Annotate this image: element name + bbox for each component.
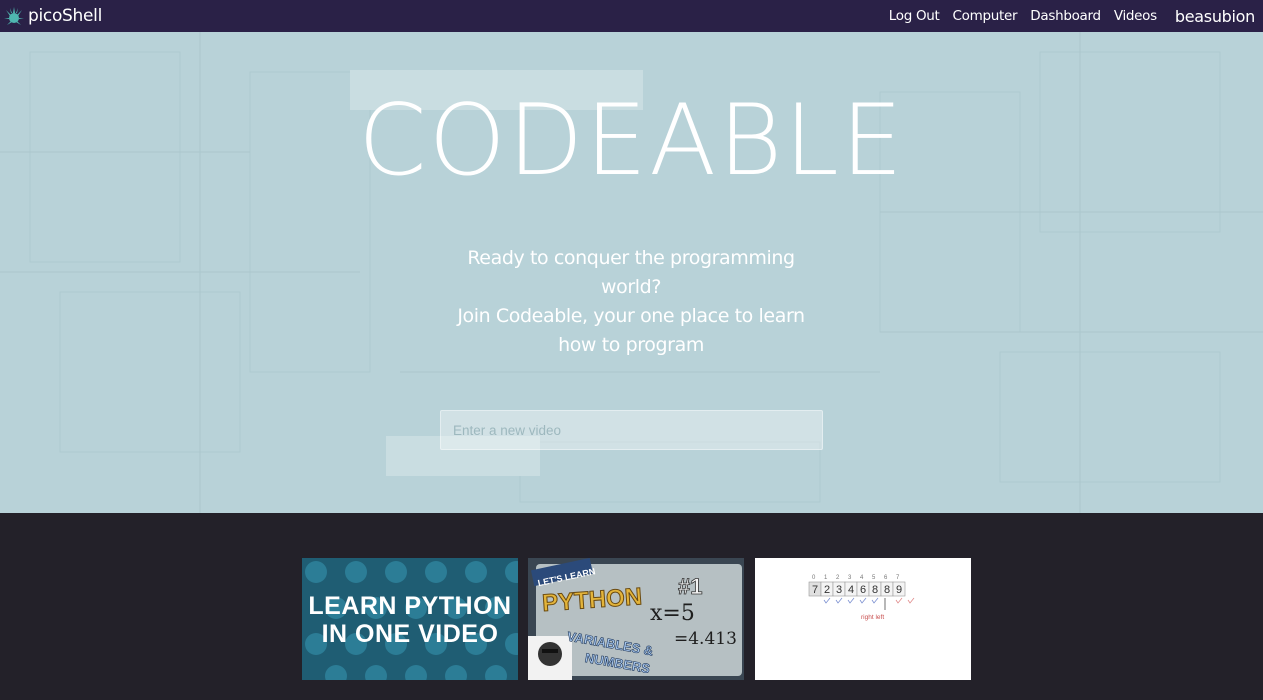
hero-title: CODEABLE xyxy=(358,84,905,198)
array-digit: 8 xyxy=(884,584,890,596)
video-gallery: LEARN PYTHON IN ONE VIDEO LET'S LEARN PY… xyxy=(302,558,972,680)
array-digit: 4 xyxy=(848,584,854,596)
top-navbar: picoShell Log Out Computer Dashboard Vid… xyxy=(0,0,1263,32)
thumbnail-title-line: IN ONE VIDEO xyxy=(321,620,499,648)
array-index: 0 xyxy=(812,575,816,581)
array-digit: 7 xyxy=(812,584,818,596)
video-thumbnail-sorting[interactable]: 0 1 2 3 4 5 6 7 7 2 3 4 6 8 8 9 right le… xyxy=(755,558,971,680)
nav-computer-link[interactable]: Computer xyxy=(953,8,1018,24)
array-index: 5 xyxy=(872,575,876,581)
array-digit: 8 xyxy=(872,584,878,596)
chalkboard-illustration: LET'S LEARN PYTHON #1 x=5 =4.413 VARIABL… xyxy=(528,558,744,680)
nav-username[interactable]: beasubion xyxy=(1175,7,1255,26)
subtitle-line: Ready to conquer the programming xyxy=(467,247,795,269)
nav-logout-link[interactable]: Log Out xyxy=(889,8,940,24)
brand-name: picoShell xyxy=(28,6,103,26)
hero-subtitle: Ready to conquer the programming world? … xyxy=(431,244,831,360)
sorting-array-diagram: 0 1 2 3 4 5 6 7 7 2 3 4 6 8 8 9 right le… xyxy=(808,575,915,621)
brand-link[interactable]: picoShell xyxy=(0,0,102,32)
sorting-caption: right left xyxy=(861,614,884,621)
thumbnail-title-line: LEARN PYTHON xyxy=(308,592,512,620)
nav-videos-link[interactable]: Videos xyxy=(1114,8,1157,24)
thumb-number: #1 xyxy=(678,574,702,599)
nav-dashboard-link[interactable]: Dashboard xyxy=(1030,8,1101,24)
new-video-input[interactable] xyxy=(440,410,823,450)
array-index: 1 xyxy=(824,575,828,581)
array-digit: 9 xyxy=(896,584,902,596)
array-index: 6 xyxy=(884,575,888,581)
subtitle-line: Join Codeable, your one place to learn xyxy=(457,305,805,327)
array-index: 7 xyxy=(896,575,900,581)
hero-section: CODEABLE Ready to conquer the programmin… xyxy=(0,32,1263,513)
array-digit: 6 xyxy=(860,584,866,596)
array-index: 2 xyxy=(836,575,840,581)
array-digit: 3 xyxy=(836,584,842,596)
picoshell-logo-icon xyxy=(4,7,24,25)
array-index: 4 xyxy=(860,575,864,581)
video-thumbnail-lets-learn-python[interactable]: LET'S LEARN PYTHON #1 x=5 =4.413 VARIABL… xyxy=(528,558,744,680)
subtitle-line: world? xyxy=(601,276,661,298)
subtitle-line: how to program xyxy=(558,334,704,356)
thumb-eq2: =4.413 xyxy=(674,629,737,649)
array-index: 3 xyxy=(848,575,852,581)
thumb-eq1: x=5 xyxy=(650,601,695,626)
array-digit: 2 xyxy=(824,584,830,596)
video-thumbnail-learn-python[interactable]: LEARN PYTHON IN ONE VIDEO xyxy=(302,558,518,680)
nav-links: Log Out Computer Dashboard Videos beasub… xyxy=(876,0,1263,32)
